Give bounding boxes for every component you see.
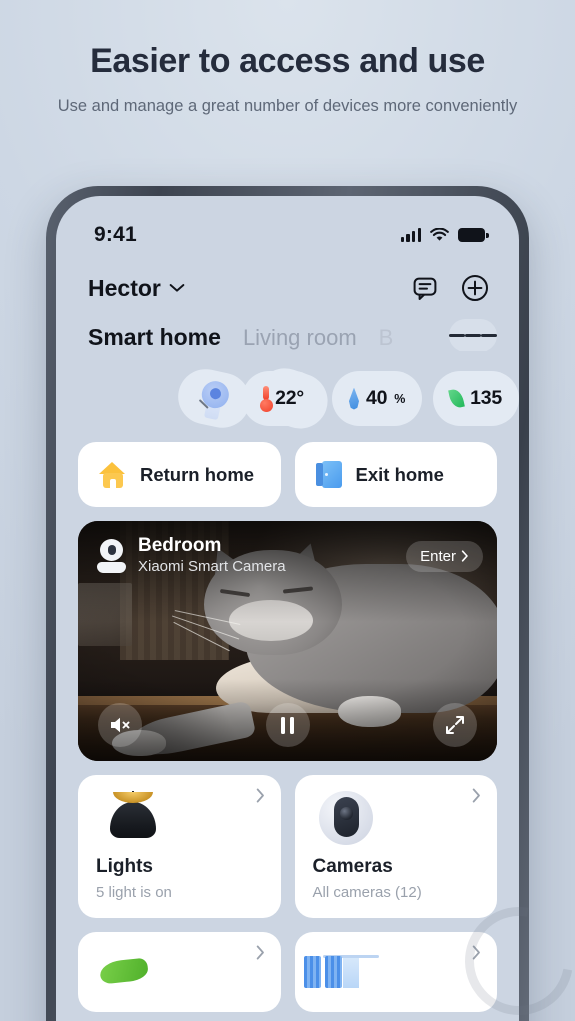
air-quality-chip[interactable]: 135 <box>433 371 519 426</box>
page-subtitle: Use and manage a great number of devices… <box>57 97 518 116</box>
enter-camera-button[interactable]: Enter <box>406 540 483 572</box>
chevron-right-icon <box>472 945 480 960</box>
app-bar-actions <box>411 274 489 302</box>
exit-home-label: Exit home <box>355 463 444 485</box>
phone-screen: 9:41 Hector Smart home Living room B 22°… <box>56 196 519 1021</box>
cellular-signal-icon <box>400 228 421 242</box>
device-card-curtains[interactable] <box>294 932 497 1012</box>
return-home-label: Return home <box>140 463 255 485</box>
chevron-right-icon <box>256 788 264 803</box>
status-bar: 9:41 <box>56 196 519 258</box>
app-bar: Hector <box>56 258 519 302</box>
camera-card-header: Bedroom Xiaomi Smart Camera Enter <box>96 535 483 577</box>
device-card-lights[interactable]: Lights 5 light is on <box>78 775 281 918</box>
return-home-button[interactable]: Return home <box>78 442 281 507</box>
wifi-icon <box>430 228 449 241</box>
hamburger-menu-icon[interactable] <box>449 319 497 351</box>
chevron-right-icon <box>256 945 264 960</box>
expand-arrows-icon[interactable] <box>433 703 477 747</box>
home-selector[interactable]: Hector <box>88 275 185 302</box>
promo-header: Easier to access and use Use and manage … <box>0 0 575 119</box>
chevron-right-icon <box>461 550 468 562</box>
device-card-plant[interactable] <box>78 932 281 1012</box>
chevron-down-icon <box>169 284 185 292</box>
status-bar-icons <box>400 228 489 242</box>
temperature-value: 22° <box>275 387 304 409</box>
device-status: 5 light is on <box>96 884 172 901</box>
leaf-icon <box>448 387 465 410</box>
device-grid: Lights 5 light is on Cameras All cameras… <box>56 761 519 1012</box>
door-icon <box>315 461 342 488</box>
device-status: All cameras (12) <box>312 884 422 901</box>
exit-home-button[interactable]: Exit home <box>294 442 497 507</box>
humidity-chip[interactable]: 40 % <box>331 371 423 426</box>
thermometer-icon <box>259 385 273 412</box>
house-icon <box>99 461 126 488</box>
robot-vacuum-icon <box>193 375 235 421</box>
device-name: Lights <box>96 856 153 877</box>
room-tabs: Smart home Living room B <box>56 302 519 351</box>
battery-icon <box>458 228 489 242</box>
tab-living-room[interactable]: Living room <box>243 325 357 351</box>
status-chips: 22° 40 % 135 <box>56 351 519 437</box>
camera-card-text: Bedroom Xiaomi Smart Camera <box>138 535 286 577</box>
status-bar-clock: 9:41 <box>94 223 137 246</box>
humidity-unit: % <box>394 391 406 406</box>
home-name-label: Hector <box>88 274 161 301</box>
camera-controls <box>78 703 497 747</box>
enter-label: Enter <box>420 547 456 565</box>
camera-title: Bedroom <box>138 535 222 556</box>
phone-frame: 9:41 Hector Smart home Living room B 22°… <box>46 186 529 1021</box>
chevron-right-icon <box>472 788 480 803</box>
tab-bedroom[interactable]: B <box>379 325 394 351</box>
camera-card[interactable]: Bedroom Xiaomi Smart Camera Enter <box>78 521 497 761</box>
scene-buttons: Return home Exit home <box>56 426 519 507</box>
camera-subtitle: Xiaomi Smart Camera <box>138 558 286 576</box>
pause-icon[interactable] <box>265 703 310 747</box>
page-title: Easier to access and use <box>90 42 485 80</box>
device-name: Cameras <box>312 856 393 877</box>
speaker-muted-icon[interactable] <box>98 703 142 747</box>
message-icon[interactable] <box>411 274 439 302</box>
air-quality-value: 135 <box>470 387 502 409</box>
tab-smart-home[interactable]: Smart home <box>88 324 221 351</box>
humidity-value: 40 <box>366 387 388 409</box>
device-card-cameras[interactable]: Cameras All cameras (12) <box>294 775 497 918</box>
plus-circle-icon[interactable] <box>461 274 489 302</box>
security-camera-icon <box>96 539 127 574</box>
temperature-chip[interactable]: 22° <box>241 371 321 426</box>
water-drop-icon <box>348 387 359 410</box>
